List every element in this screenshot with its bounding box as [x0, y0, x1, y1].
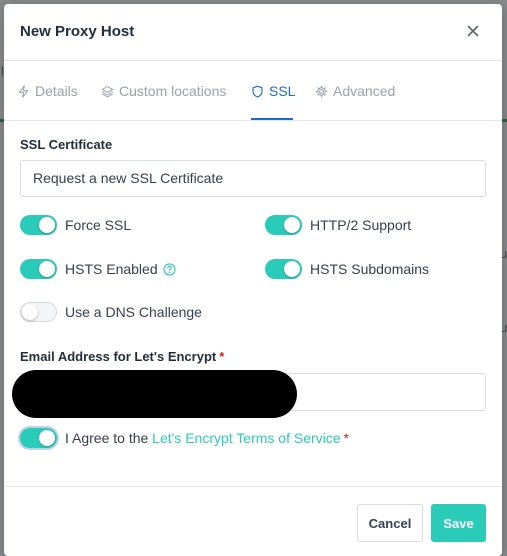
- gear-icon: [315, 85, 328, 97]
- modal-header: New Proxy Host: [4, 4, 502, 61]
- switch-knob: [39, 217, 55, 233]
- force-ssl-toggle-row: Force SSL: [20, 215, 131, 235]
- cancel-button[interactable]: Cancel: [357, 504, 423, 542]
- dns-challenge-toggle-row: Use a DNS Challenge: [20, 302, 202, 322]
- agree-terms-label: I Agree to the Let's Encrypt Terms of Se…: [65, 430, 349, 446]
- ssl-certificate-select[interactable]: Request a new SSL Certificate: [20, 160, 486, 197]
- agree-terms-switch[interactable]: [20, 428, 57, 448]
- tab-advanced-label: Advanced: [333, 83, 396, 99]
- tab-details[interactable]: Details: [17, 62, 78, 120]
- switch-knob: [39, 430, 55, 446]
- modal-footer: Cancel Save: [4, 486, 502, 556]
- agree-terms-toggle-row: I Agree to the Let's Encrypt Terms of Se…: [20, 428, 349, 448]
- hsts-enabled-switch[interactable]: [20, 259, 57, 279]
- force-ssl-switch[interactable]: [20, 215, 57, 235]
- close-icon: [467, 25, 479, 37]
- hsts-enabled-toggle-row: HSTS Enabled: [20, 259, 176, 279]
- hsts-enabled-label: HSTS Enabled: [65, 261, 158, 277]
- save-button[interactable]: Save: [431, 504, 486, 542]
- required-asterisk: *: [343, 430, 349, 446]
- switch-knob: [39, 261, 55, 277]
- terms-of-service-link[interactable]: Let's Encrypt Terms of Service: [152, 430, 340, 446]
- switch-knob: [284, 217, 300, 233]
- http2-support-switch[interactable]: [265, 215, 302, 235]
- email-label-text: Email Address for Let's Encrypt: [20, 349, 217, 364]
- lightning-icon: [18, 84, 29, 98]
- dns-challenge-switch[interactable]: [20, 302, 57, 322]
- http2-toggle-row: HTTP/2 Support: [265, 215, 411, 235]
- new-proxy-host-modal: New Proxy Host Details Custom locations …: [4, 4, 502, 556]
- tab-bar: Details Custom locations SSL Advanced: [4, 62, 502, 121]
- agree-terms-prefix: I Agree to the: [65, 430, 153, 446]
- switch-knob: [284, 261, 300, 277]
- close-button[interactable]: [465, 23, 481, 39]
- dns-challenge-label: Use a DNS Challenge: [65, 304, 202, 320]
- help-icon[interactable]: [162, 262, 176, 276]
- active-tab-indicator: [251, 118, 293, 120]
- tab-custom-locations-label: Custom locations: [119, 83, 227, 99]
- tab-advanced[interactable]: Advanced: [315, 62, 395, 120]
- ssl-certificate-select-value: Request a new SSL Certificate: [33, 170, 224, 186]
- switch-knob: [22, 304, 38, 320]
- tab-custom-locations[interactable]: Custom locations: [101, 62, 226, 120]
- hsts-subdomains-label: HSTS Subdomains: [310, 261, 430, 277]
- tab-details-label: Details: [35, 83, 78, 99]
- layers-icon: [101, 85, 114, 97]
- hsts-subdomains-toggle-row: HSTS Subdomains: [265, 259, 429, 279]
- modal-title: New Proxy Host: [20, 23, 135, 40]
- hsts-subdomains-switch[interactable]: [265, 259, 302, 279]
- ssl-certificate-label: SSL Certificate: [20, 137, 113, 152]
- redaction-mark: [12, 370, 297, 418]
- shield-icon: [252, 85, 263, 98]
- tab-ssl-label: SSL: [269, 83, 296, 99]
- required-asterisk: *: [219, 349, 225, 364]
- email-label: Email Address for Let's Encrypt *: [20, 349, 224, 364]
- tab-ssl[interactable]: SSL: [251, 62, 295, 120]
- http2-support-label: HTTP/2 Support: [310, 217, 412, 233]
- force-ssl-label: Force SSL: [65, 217, 132, 233]
